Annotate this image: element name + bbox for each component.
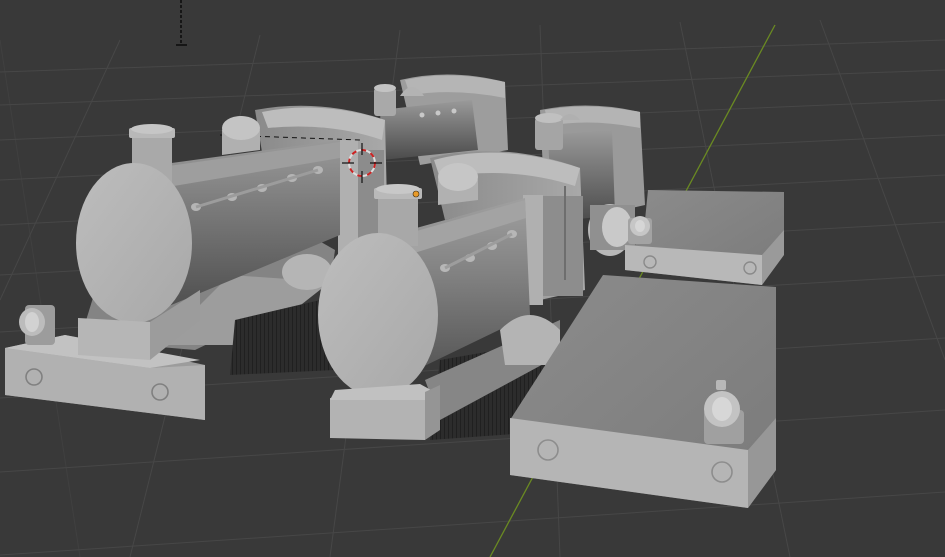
lamp-flatcar-back xyxy=(628,216,652,244)
loco-front-left[interactable] xyxy=(5,105,388,420)
flatcar-back[interactable] xyxy=(625,190,784,285)
selected-origin-dot[interactable] xyxy=(412,190,420,198)
empty-object-marker[interactable] xyxy=(176,0,187,46)
3d-viewport[interactable] xyxy=(0,0,945,557)
lamp-front-left xyxy=(19,305,55,345)
flatcar-front[interactable] xyxy=(510,275,776,508)
